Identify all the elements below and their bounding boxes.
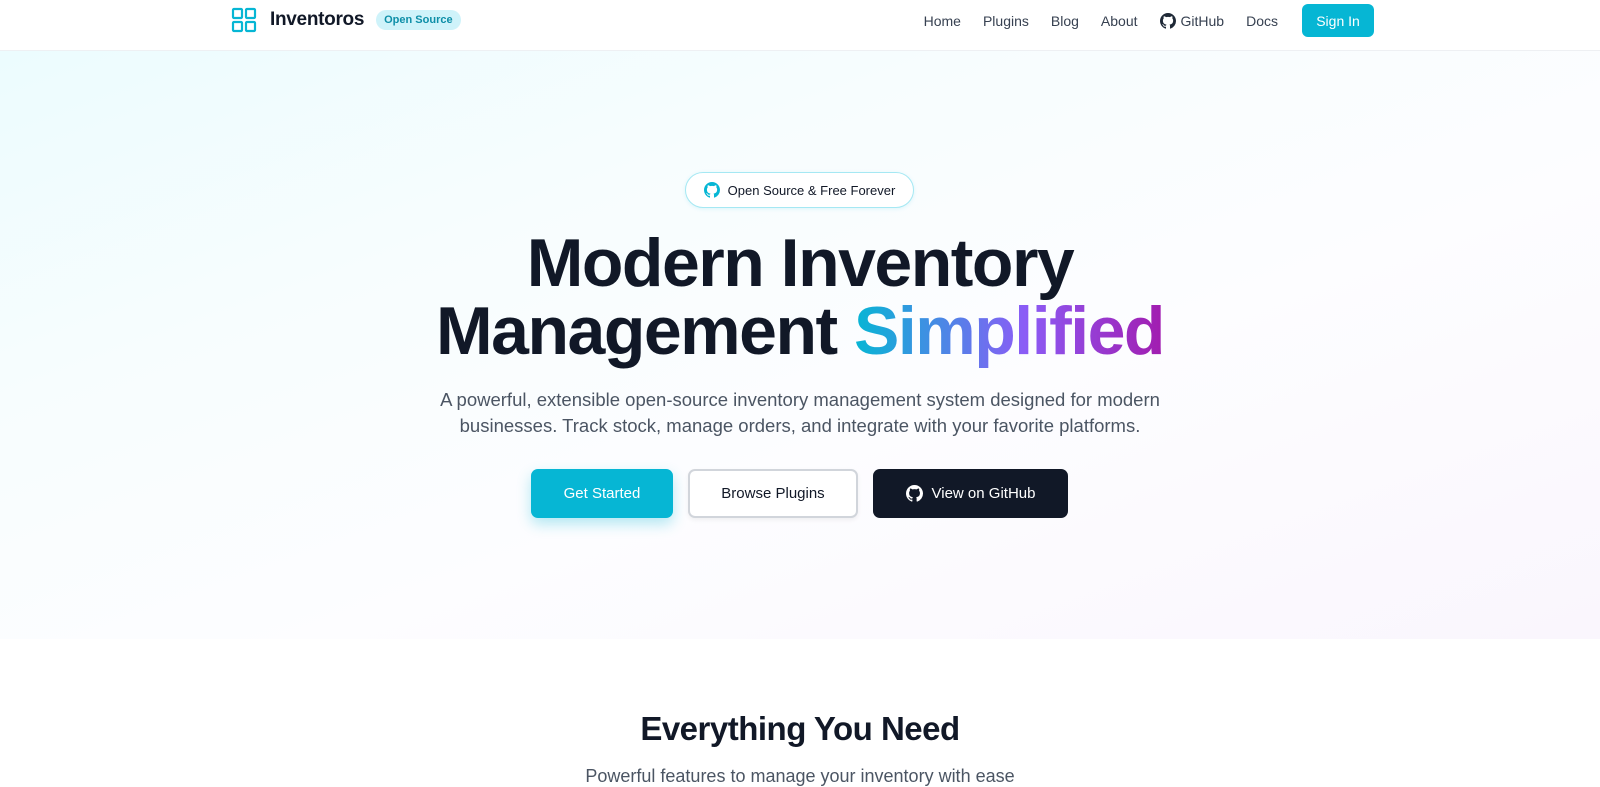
github-icon [703,182,720,198]
hero-title-line2: Management Simplified [0,297,1600,365]
hero-title-line1: Modern Inventory [526,225,1075,301]
github-icon [1159,12,1176,29]
hero-title-highlight: Simplified [854,293,1165,369]
github-icon [905,485,923,502]
open-source-pill: Open Source & Free Forever [685,172,914,208]
hero-subtitle-line2: businesses. Track stock, manage orders, … [459,415,1141,436]
brand-name: Inventoros [270,9,365,30]
nav-about[interactable]: About [1101,13,1138,29]
hero-subtitle-line1: A powerful, extensible open-source inven… [440,389,1160,410]
nav-github[interactable]: GitHub [1159,12,1225,29]
nav-home[interactable]: Home [924,13,961,29]
view-github-label: View on GitHub [931,485,1036,502]
browse-plugins-button[interactable]: Browse Plugins [688,469,858,518]
hero-title-plain: Management [436,293,838,369]
site-header: Inventoros Open Source Home Plugins Blog… [0,0,1600,51]
nav-docs[interactable]: Docs [1246,13,1278,29]
view-github-button[interactable]: View on GitHub [873,469,1068,518]
main-nav: Home Plugins Blog About GitHub Docs Sign… [924,4,1374,37]
nav-blog[interactable]: Blog [1051,13,1079,29]
sign-in-button[interactable]: Sign In [1302,4,1374,37]
pill-text: Open Source & Free Forever [727,182,896,198]
nav-github-label: GitHub [1180,12,1225,29]
grid-icon [231,7,257,33]
features-title: Everything You Need [640,710,960,747]
brand[interactable]: Inventoros Open Source [231,7,461,33]
open-source-badge: Open Source [376,10,461,30]
nav-plugins[interactable]: Plugins [983,13,1029,29]
hero-section: Open Source & Free Forever Modern Invent… [0,51,1600,639]
get-started-button[interactable]: Get Started [531,469,673,518]
hero-subtitle: A powerful, extensible open-source inven… [400,387,1200,439]
